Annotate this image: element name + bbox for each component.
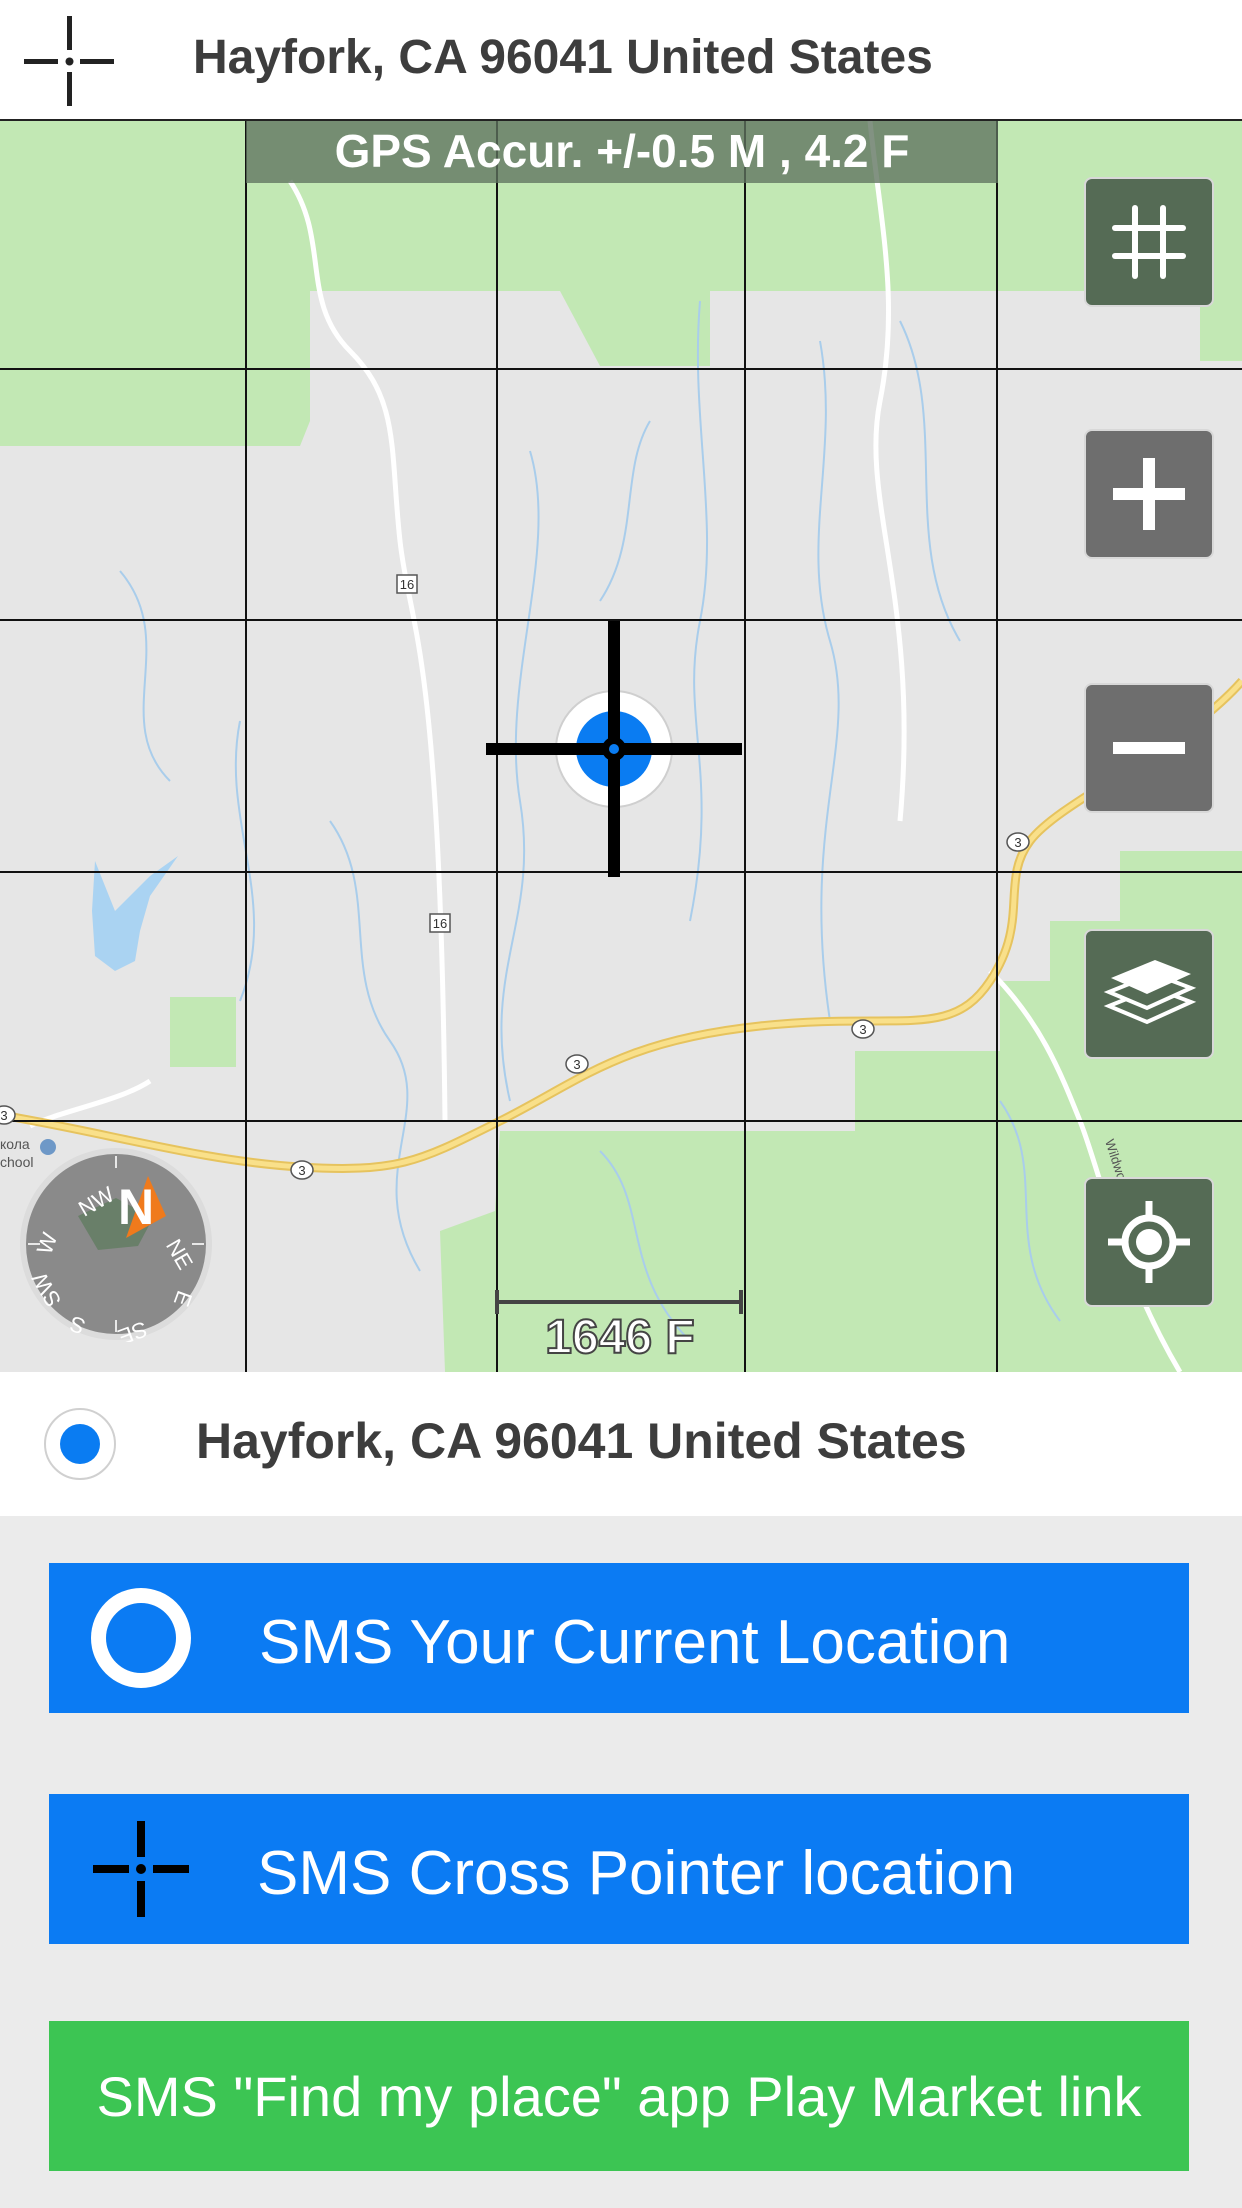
target-icon [1108,1201,1190,1283]
scale-label: 1646 F [544,1310,695,1365]
address-row[interactable]: Hayfork, CA 96041 United States [0,1372,1242,1516]
scale-bar [495,1290,743,1314]
sms-current-location-button[interactable]: SMS Your Current Location [49,1563,1189,1713]
map-view[interactable]: 16 16 3 3 3 3 3 кола chool Wildwood Rd [0,121,1242,1372]
road-shield-label: 3 [1014,835,1021,850]
map-scale: 1646 F [495,1286,745,1366]
sms-app-link-button[interactable]: SMS "Find my place" app Play Market link [49,2021,1189,2171]
sms-cross-pointer-label: SMS Cross Pointer location [257,1839,1016,1908]
compass-widget[interactable]: N NE E SE S SW W NW [18,1146,214,1342]
crosshair-icon[interactable] [24,16,114,106]
road-shield-label: 3 [859,1022,866,1037]
compass-label: N [118,1179,154,1235]
layers-button[interactable] [1084,929,1214,1059]
zoom-in-button[interactable] [1084,429,1214,559]
minus-icon [1113,742,1185,754]
location-dot-icon [44,1408,116,1480]
top-bar: Hayfork, CA 96041 United States [0,0,1242,121]
road-shield-label: 16 [433,916,447,931]
header-address-title: Hayfork, CA 96041 United States [193,31,933,84]
sms-current-location-label: SMS Your Current Location [259,1608,1011,1677]
grid-toggle-button[interactable] [1084,177,1214,307]
gps-accuracy-banner: GPS Accur. +/-0.5 M , 4.2 F [246,121,998,183]
road-shield-label: 3 [573,1057,580,1072]
layers-icon [1103,960,1197,1025]
road-shield-label: 16 [400,577,414,592]
grid-icon [1112,205,1186,279]
lake [92,856,178,971]
address-text: Hayfork, CA 96041 United States [196,1413,967,1469]
plus-icon [1113,458,1185,530]
road-shield-label: 3 [0,1108,7,1123]
current-location-icon [91,1588,191,1688]
my-location-button[interactable] [1084,1177,1214,1307]
sms-cross-pointer-button[interactable]: SMS Cross Pointer location [49,1794,1189,1944]
road-shield-label: 3 [298,1163,305,1178]
crosshair-icon [93,1821,189,1917]
sms-app-link-label: SMS "Find my place" app Play Market link [96,2064,1142,2128]
zoom-out-button[interactable] [1084,683,1214,813]
